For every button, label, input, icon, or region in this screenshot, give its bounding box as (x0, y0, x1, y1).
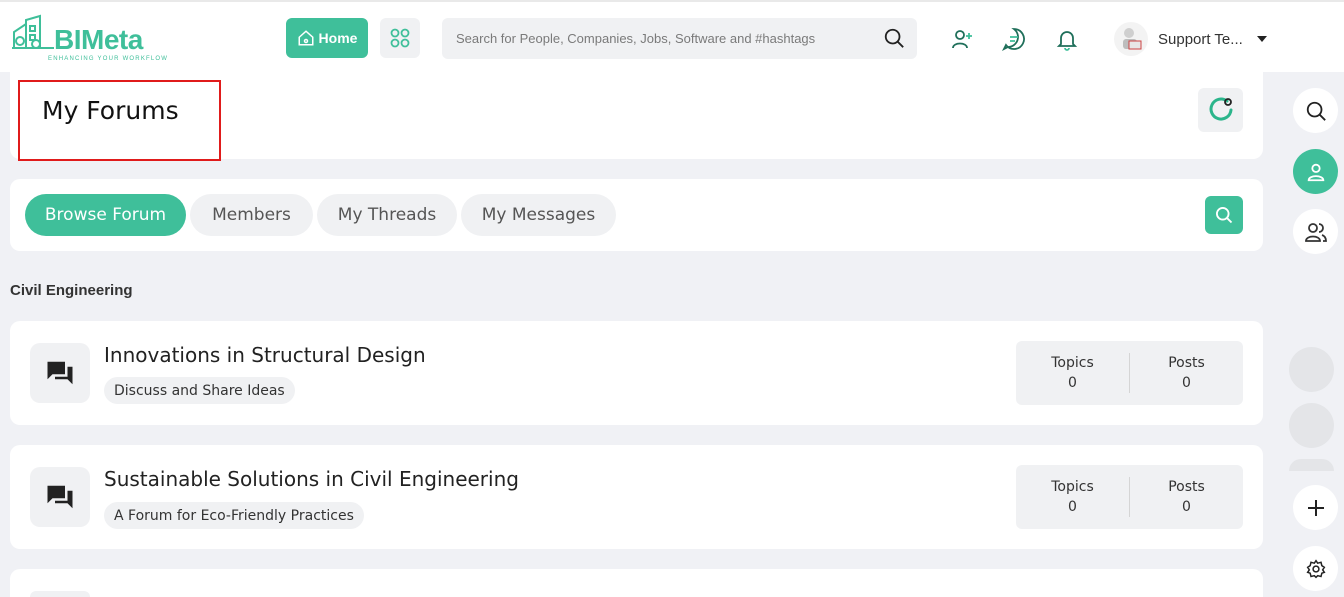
home-icon (298, 30, 314, 46)
add-friend-button[interactable] (949, 26, 975, 52)
topics-label: Topics (1051, 479, 1094, 495)
rail-profile-button[interactable] (1293, 149, 1338, 194)
rail-placeholder (1289, 347, 1334, 392)
user-avatar-icon (1123, 28, 1142, 50)
brand-name: BIMeta (54, 24, 143, 55)
avatar[interactable] (1114, 22, 1148, 56)
top-navbar: BIMeta ENHANCING YOUR WORKFLOW Home Supp… (0, 0, 1344, 72)
forum-card[interactable]: Sustainable Solutions in Civil Engineeri… (10, 445, 1263, 549)
posts-label: Posts (1168, 355, 1205, 371)
category-label: Civil Engineering (10, 282, 133, 299)
users-icon (1304, 222, 1327, 242)
posts-count: 0 (1182, 375, 1191, 391)
topics-label: Topics (1051, 355, 1094, 371)
global-search-input[interactable] (456, 18, 876, 59)
building-logo-icon (12, 14, 54, 49)
search-icon[interactable] (883, 27, 905, 49)
brand-tagline: ENHANCING YOUR WORKFLOW (48, 56, 169, 62)
user-icon (1307, 163, 1324, 181)
topics-stat: Topics 0 (1016, 479, 1129, 515)
page-title: My Forums (42, 96, 179, 125)
refresh-icon (1209, 97, 1232, 121)
plus-icon (1307, 499, 1324, 516)
posts-count: 0 (1182, 499, 1191, 515)
posts-label: Posts (1168, 479, 1205, 495)
tab-members[interactable]: Members (190, 194, 313, 236)
bell-icon (1056, 31, 1078, 51)
global-search[interactable] (442, 18, 917, 59)
apps-grid-icon (390, 28, 410, 48)
forum-card[interactable]: Innovations in Structural Design Discuss… (10, 321, 1263, 425)
posts-stat: Posts 0 (1130, 355, 1243, 391)
forum-tag: Discuss and Share Ideas (104, 377, 295, 404)
rail-settings-button[interactable] (1293, 546, 1338, 591)
forum-icon (30, 591, 90, 597)
rail-placeholder (1289, 459, 1334, 471)
forum-chat-icon (47, 361, 73, 385)
notifications-button[interactable] (1054, 26, 1080, 52)
tab-browse-forum[interactable]: Browse Forum (25, 194, 186, 236)
tab-my-threads[interactable]: My Threads (317, 194, 457, 236)
topics-stat: Topics 0 (1016, 355, 1129, 391)
topics-count: 0 (1068, 375, 1077, 391)
forum-icon (30, 467, 90, 527)
tab-my-messages[interactable]: My Messages (461, 194, 616, 236)
forum-chat-icon (47, 485, 73, 509)
topics-count: 0 (1068, 499, 1077, 515)
forum-title[interactable]: Innovations in Structural Design (104, 343, 426, 367)
search-icon (1306, 101, 1326, 121)
add-user-icon (952, 30, 972, 49)
messages-button[interactable] (1001, 26, 1027, 52)
rail-placeholder (1289, 403, 1334, 448)
home-button-label: Home (318, 30, 358, 46)
chat-icon (1002, 28, 1025, 51)
rail-search-button[interactable] (1293, 88, 1338, 133)
posts-stat: Posts 0 (1130, 479, 1243, 515)
home-button[interactable]: Home (286, 18, 368, 58)
forum-search-button[interactable] (1205, 196, 1243, 234)
search-icon (1216, 207, 1233, 224)
forum-stats: Topics 0 Posts 0 (1016, 341, 1243, 405)
rail-groups-button[interactable] (1293, 209, 1338, 254)
forum-card-partial[interactable] (10, 569, 1263, 597)
brand-logo[interactable]: BIMeta ENHANCING YOUR WORKFLOW (10, 14, 167, 64)
apps-grid-button[interactable] (380, 18, 420, 58)
forum-tag: A Forum for Eco-Friendly Practices (104, 502, 364, 529)
caret-down-icon[interactable] (1256, 36, 1267, 42)
user-profile-menu[interactable]: Support Te... (1114, 22, 1267, 56)
rail-add-button[interactable] (1293, 485, 1338, 530)
forum-title[interactable]: Sustainable Solutions in Civil Engineeri… (104, 467, 519, 491)
user-name: Support Te... (1158, 30, 1243, 48)
forum-stats: Topics 0 Posts 0 (1016, 465, 1243, 529)
settings-icon (1305, 558, 1326, 578)
refresh-button[interactable] (1198, 88, 1243, 132)
forum-icon (30, 343, 90, 403)
